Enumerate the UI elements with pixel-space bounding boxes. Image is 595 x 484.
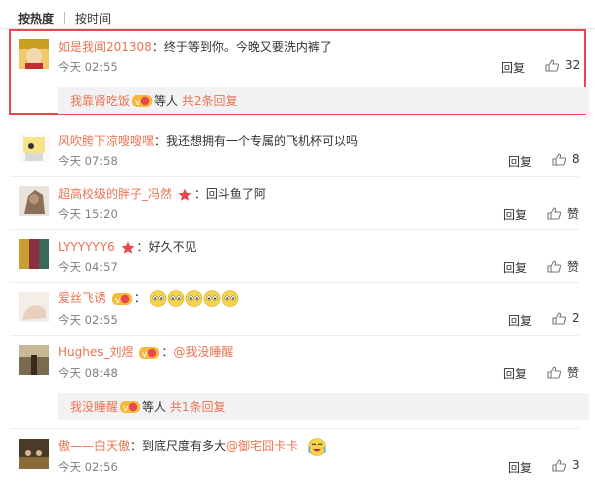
more-replies-link[interactable]: 共1条回复 bbox=[170, 398, 226, 415]
comment-time: 今天 04:57 bbox=[58, 260, 118, 274]
comment-line: 傲——白天傲：到底尺度有多大@御宅囧卡卡 bbox=[58, 437, 328, 456]
sub-reply-author[interactable]: 我靠肾吃饭 bbox=[70, 92, 130, 109]
reply-button[interactable]: 回复 bbox=[508, 153, 532, 170]
vip-badge-icon: v bbox=[111, 292, 132, 306]
reply-button[interactable]: 回复 bbox=[508, 459, 532, 476]
reply-button[interactable]: 回复 bbox=[503, 365, 527, 382]
like-button[interactable]: 赞 bbox=[547, 258, 579, 275]
sub-replies-bar: 我没睡醒 v 等人 共1条回复 bbox=[58, 393, 589, 420]
thumb-up-icon bbox=[547, 366, 561, 379]
tab-hot[interactable]: 按热度 bbox=[18, 10, 54, 27]
avatar-image bbox=[19, 239, 49, 269]
comment-time: 今天 02:56 bbox=[58, 460, 118, 474]
comment-line: Hughes_刘煜 v ：@我没睡醒 bbox=[58, 345, 234, 360]
comment-author[interactable]: 超高校级的胖子_冯然 bbox=[58, 187, 172, 201]
thumb-up-icon bbox=[552, 311, 566, 325]
like-count: 2 bbox=[572, 311, 580, 325]
sub-reply-suffix: 等人 bbox=[142, 400, 167, 414]
comment-author[interactable]: Hughes_刘煜 bbox=[58, 345, 134, 359]
like-button[interactable]: 2 bbox=[552, 311, 580, 325]
avatar[interactable] bbox=[19, 345, 49, 375]
laughing-crying-emoji-icon bbox=[308, 437, 326, 456]
avatar[interactable] bbox=[19, 186, 49, 216]
svg-text:v: v bbox=[123, 404, 129, 414]
tab-divider bbox=[64, 12, 66, 24]
vip-badge-icon: v bbox=[139, 346, 160, 360]
reply-button[interactable]: 回复 bbox=[503, 259, 527, 276]
comment-time: 今天 07:58 bbox=[58, 154, 118, 168]
star-badge-icon bbox=[121, 241, 135, 254]
comment-text: 好久不见 bbox=[148, 240, 197, 254]
like-count: 8 bbox=[572, 152, 580, 166]
avatar-image bbox=[19, 39, 49, 69]
like-button[interactable]: 3 bbox=[552, 458, 580, 472]
avatar[interactable] bbox=[19, 239, 49, 269]
thumb-up-icon bbox=[552, 152, 566, 166]
avatar[interactable] bbox=[19, 39, 49, 69]
more-replies-link[interactable]: 共2条回复 bbox=[182, 92, 238, 109]
like-count: 赞 bbox=[567, 260, 580, 274]
crying-emoji-icon bbox=[149, 290, 238, 307]
svg-text:v: v bbox=[135, 98, 141, 108]
comment-text: 终于等到你。今晚又要洗内裤了 bbox=[163, 40, 332, 54]
comment-text: 到底尺度有多大 bbox=[142, 439, 227, 453]
svg-text:v: v bbox=[142, 350, 148, 360]
vip-badge-icon: v bbox=[132, 94, 153, 108]
comment-divider bbox=[10, 229, 579, 230]
comment-divider bbox=[10, 335, 579, 336]
reply-button[interactable]: 回复 bbox=[501, 59, 525, 76]
thumb-up-icon bbox=[547, 207, 561, 220]
comment-author[interactable]: 如是我闻201308 bbox=[58, 40, 152, 54]
comment-author[interactable]: 爱丝飞诱 bbox=[58, 291, 106, 305]
comment-time: 今天 15:20 bbox=[58, 207, 118, 221]
avatar[interactable] bbox=[19, 133, 49, 163]
comment-time: 今天 02:55 bbox=[58, 313, 118, 327]
avatar[interactable] bbox=[19, 292, 49, 322]
tab-time[interactable]: 按时间 bbox=[75, 10, 111, 27]
like-count: 32 bbox=[565, 58, 581, 72]
comment-line: 超高校级的胖子_冯然 ：回斗鱼了阿 bbox=[58, 187, 266, 201]
comment-author[interactable]: LYYYYYY6 bbox=[58, 240, 115, 254]
comment-divider bbox=[10, 428, 579, 429]
thumb-up-icon bbox=[552, 458, 566, 472]
comment-line: 如是我闻201308：终于等到你。今晚又要洗内裤了 bbox=[58, 40, 332, 54]
like-count: 赞 bbox=[567, 207, 580, 221]
sub-replies-bar: 我靠肾吃饭 v 等人 共2条回复 bbox=[58, 87, 589, 114]
like-button[interactable]: 赞 bbox=[547, 205, 579, 222]
avatar[interactable] bbox=[19, 439, 49, 469]
sub-reply-suffix: 等人 bbox=[154, 94, 179, 108]
comment-text: 回斗鱼了阿 bbox=[205, 187, 266, 201]
comment-mention[interactable]: @我没睡醒 bbox=[173, 345, 233, 359]
avatar-image bbox=[19, 292, 49, 322]
thumb-up-icon bbox=[547, 260, 561, 273]
star-badge-icon bbox=[178, 188, 192, 201]
avatar-image bbox=[19, 186, 49, 216]
comment-divider bbox=[10, 282, 579, 283]
comment-author[interactable]: 傲——白天傲 bbox=[58, 439, 130, 453]
svg-text:v: v bbox=[115, 296, 121, 306]
avatar-image bbox=[19, 345, 49, 375]
comment-line: 爱丝飞诱 v： bbox=[58, 289, 240, 307]
comment-text: 我还想拥有一个专属的飞机杯可以吗 bbox=[166, 134, 359, 148]
comment-line: LYYYYYY6 ：好久不见 bbox=[58, 240, 197, 254]
avatar-image bbox=[19, 133, 49, 163]
like-count: 3 bbox=[572, 458, 580, 472]
comment-time: 今天 08:48 bbox=[58, 366, 118, 380]
vip-badge-icon: v bbox=[120, 400, 141, 414]
like-button[interactable]: 赞 bbox=[547, 364, 579, 381]
reply-button[interactable]: 回复 bbox=[508, 312, 532, 329]
comment-divider bbox=[10, 176, 579, 177]
like-button[interactable]: 8 bbox=[552, 152, 580, 166]
thumb-up-icon bbox=[545, 58, 559, 72]
reply-button[interactable]: 回复 bbox=[503, 206, 527, 223]
sub-reply-author[interactable]: 我没睡醒 bbox=[70, 398, 118, 415]
comment-author[interactable]: 风吹胯下凉嗖嗖嘿 bbox=[58, 134, 154, 148]
comment-mention[interactable]: @御宅囧卡卡 bbox=[226, 439, 298, 453]
comment-line: 风吹胯下凉嗖嗖嘿：我还想拥有一个专属的飞机杯可以吗 bbox=[58, 134, 359, 148]
sort-tabs: 按热度 按时间 bbox=[18, 9, 111, 27]
avatar-image bbox=[19, 439, 49, 469]
like-count: 赞 bbox=[567, 366, 580, 380]
like-button[interactable]: 32 bbox=[545, 58, 580, 72]
comment-time: 今天 02:55 bbox=[58, 60, 118, 74]
